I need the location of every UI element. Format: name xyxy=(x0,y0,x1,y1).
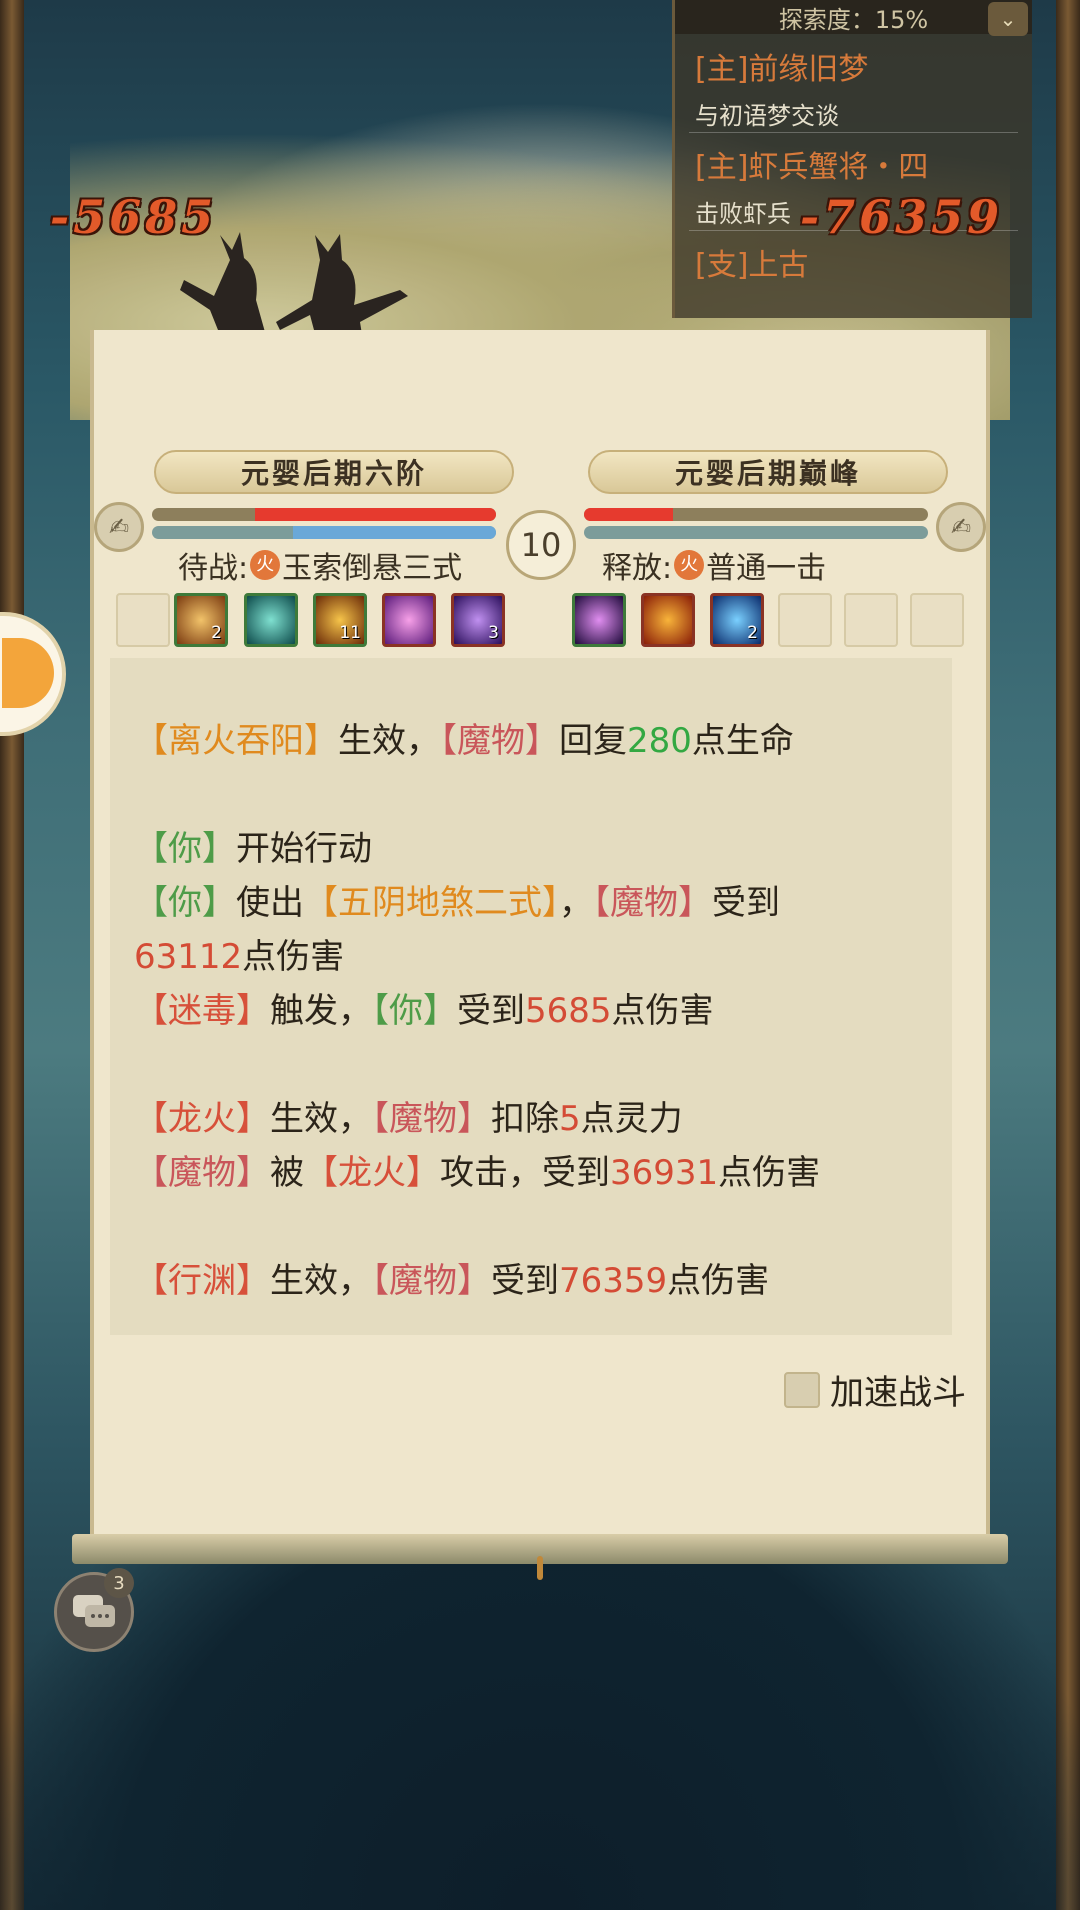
log-line: 【你】使出【五阴地煞二式】，【魔物】受到 xyxy=(134,883,780,923)
player-hp-bar xyxy=(152,508,496,521)
fire-slash-icon[interactable]: 11 xyxy=(313,593,367,647)
battle-scroll: 元婴后期六阶 元婴后期巅峰 ✍ ✍ 10 待战: 火 玉索倒悬三式 释放: 火 … xyxy=(72,330,1008,1580)
fire-dragon-icon[interactable] xyxy=(641,593,695,647)
speed-up-label: 加速战斗 xyxy=(830,1373,966,1413)
enemy-hp-bar xyxy=(584,508,928,521)
player-skill: 待战: 火 玉索倒悬三式 xyxy=(178,543,462,587)
explore-progress: 探索度：15% xyxy=(675,0,1032,34)
player-realm: 元婴后期六阶 xyxy=(240,457,427,490)
empty-buff-slot xyxy=(116,593,170,647)
speed-up-checkbox[interactable] xyxy=(784,1371,820,1408)
quest-item[interactable]: [支]上古 xyxy=(695,240,1015,292)
enemy-skill-label: 释放: xyxy=(602,551,673,586)
player-skill-name: 玉索倒悬三式 xyxy=(282,551,463,586)
quest-divider xyxy=(689,132,1018,133)
log-line: 63112点伤害 xyxy=(134,937,345,977)
chat-bubble-icon xyxy=(73,1595,115,1627)
player-mp-bar xyxy=(152,526,496,539)
empty-buff-slot xyxy=(844,593,898,647)
quest-title: [支]上古 xyxy=(695,248,809,283)
empty-buff-slot xyxy=(778,593,832,647)
gamepad-side-button[interactable] xyxy=(0,612,66,736)
enemy-hp-fill xyxy=(584,508,674,521)
player-mp-fill xyxy=(293,526,496,539)
fire-element-icon: 火 xyxy=(250,550,281,580)
player-avatar-icon[interactable]: ✍ xyxy=(94,502,144,552)
enemy-skill-name: 普通一击 xyxy=(706,551,827,586)
enemy-skill: 释放: 火 普通一击 xyxy=(602,543,826,587)
log-line: 【龙火】生效，【魔物】扣除5点灵力 xyxy=(134,1099,683,1139)
player-skill-label: 待战: xyxy=(178,551,249,586)
fire-element-icon: 火 xyxy=(674,550,705,580)
enemy-mp-bar xyxy=(584,526,928,539)
shadow-flower-icon[interactable] xyxy=(572,593,626,647)
battle-log[interactable]: 【离火吞阳】生效，【魔物】回复280点生命 【你】开始行动 【你】使出【五阴地煞… xyxy=(110,658,952,1335)
scroll-pin xyxy=(537,1556,543,1580)
violet-vortex-icon[interactable]: 3 xyxy=(451,593,505,647)
empty-buff-slot xyxy=(910,593,964,647)
quest-item[interactable]: [主]前缘旧梦 与初语梦交谈 xyxy=(695,44,1015,131)
log-line: 【行渊】生效，【魔物】受到76359点伤害 xyxy=(134,1261,770,1301)
enemy-realm-plate: 元婴后期巅峰 xyxy=(588,450,948,494)
quest-title: [主]前缘旧梦 xyxy=(695,52,869,87)
golden-seal-icon[interactable]: 2 xyxy=(174,593,228,647)
player-realm-plate: 元婴后期六阶 xyxy=(154,450,514,494)
log-line: 【魔物】被【龙火】攻击，受到36931点伤害 xyxy=(134,1153,821,1193)
jade-dragon-icon[interactable] xyxy=(244,593,298,647)
gamepad-icon xyxy=(2,638,54,708)
collapse-chevron-icon[interactable]: ⌄ xyxy=(988,2,1028,36)
enemy-damage-popup: -76359 xyxy=(800,190,1004,244)
enemy-avatar-icon[interactable]: ✍ xyxy=(936,502,986,552)
quest-title: [主]虾兵蟹将・四 xyxy=(695,150,929,185)
blue-orb-icon[interactable]: 2 xyxy=(710,593,764,647)
quest-desc: 与初语梦交谈 xyxy=(695,102,839,130)
round-counter: 10 xyxy=(506,510,576,580)
speed-up-toggle[interactable]: 加速战斗 xyxy=(784,1365,966,1414)
quest-tracker: 探索度：15% ⌄ [主]前缘旧梦 与初语梦交谈 [主]虾兵蟹将・四 击败虾兵 … xyxy=(672,0,1032,318)
chat-badge: 3 xyxy=(104,1568,134,1598)
explore-label: 探索度：15% xyxy=(778,5,929,34)
log-line: 【你】开始行动 xyxy=(134,829,372,869)
enemy-realm: 元婴后期巅峰 xyxy=(674,457,861,490)
player-hp-fill xyxy=(255,508,496,521)
log-line: 【迷毒】触发，【你】受到5685点伤害 xyxy=(134,991,714,1031)
round-number: 10 xyxy=(520,526,562,564)
log-line: 【离火吞阳】生效，【魔物】回复280点生命 xyxy=(134,721,794,761)
purple-flame-icon[interactable] xyxy=(382,593,436,647)
